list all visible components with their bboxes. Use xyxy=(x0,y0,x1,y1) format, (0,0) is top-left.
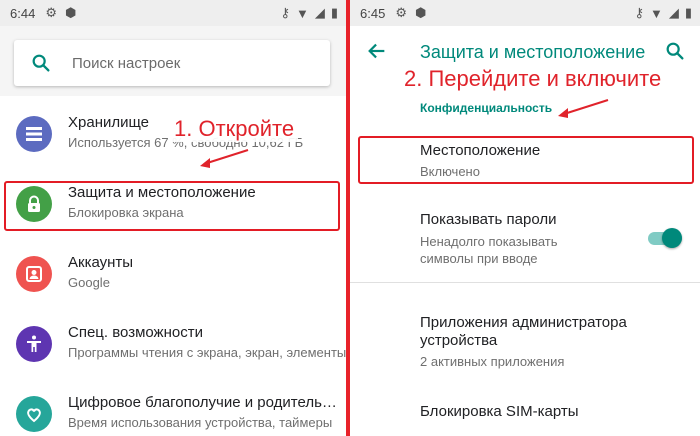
search-icon[interactable] xyxy=(664,40,686,62)
toggle-knob xyxy=(662,228,682,248)
sim-lock-title: Блокировка SIM-карты xyxy=(420,403,579,420)
status-bar: 6:44 ⚙ ⬢ ⚷ ▼ ◢ ▮ xyxy=(0,0,346,26)
wifi-icon: ▼ xyxy=(295,5,309,21)
search-bar[interactable] xyxy=(14,40,330,86)
settings-item-accessibility[interactable]: Спец. возможности Программы чтения с экр… xyxy=(0,310,346,380)
storage-title: Хранилище xyxy=(68,114,149,131)
divider xyxy=(350,282,700,283)
storage-icon xyxy=(16,116,52,152)
account-icon xyxy=(16,256,52,292)
shield-icon: ⬢ xyxy=(414,5,427,20)
gear-icon: ⚙ xyxy=(395,5,407,20)
settings-main-screen: 6:44 ⚙ ⬢ ⚷ ▼ ◢ ▮ Хранилище Используется … xyxy=(0,0,346,436)
settings-item-digital-wellbeing[interactable]: Цифровое благополучие и родительский кон… xyxy=(0,380,346,436)
battery-icon: ▮ xyxy=(330,5,338,20)
accessibility-icon xyxy=(16,326,52,362)
wellbeing-icon xyxy=(16,396,52,432)
search-input[interactable] xyxy=(72,54,272,72)
show-passwords-subtitle-1: Ненадолго показывать xyxy=(420,234,558,249)
status-time: 6:44 xyxy=(10,5,36,21)
gear-icon: ⚙ xyxy=(45,5,57,20)
signal-icon: ◢ xyxy=(314,5,325,20)
security-location-screen: 6:45 ⚙ ⬢ ⚷ ▼ ◢ ▮ Защита и местоположение… xyxy=(350,0,700,436)
signal-icon: ◢ xyxy=(668,5,679,20)
device-admin-subtitle: 2 активных приложения xyxy=(420,354,565,369)
key-icon: ⚷ xyxy=(280,5,290,20)
battery-icon: ▮ xyxy=(684,5,692,20)
wellbeing-title: Цифровое благополучие и родительский кон… xyxy=(68,394,340,411)
settings-item-sim-lock[interactable]: Блокировка SIM-карты xyxy=(350,396,700,432)
section-header-privacy: Конфиденциальность xyxy=(420,101,553,115)
status-bar: 6:45 ⚙ ⬢ ⚷ ▼ ◢ ▮ xyxy=(350,0,700,26)
wellbeing-subtitle: Время использования устройства, таймеры xyxy=(68,415,333,430)
annotation-step-1: 1. Откройте xyxy=(170,116,299,142)
accessibility-subtitle: Программы чтения с экрана, экран, элемен… xyxy=(68,345,346,360)
arrow-icon xyxy=(200,149,249,168)
settings-item-device-admin-apps[interactable]: Приложения администратора устройства 2 а… xyxy=(350,308,700,374)
highlight-frame-security xyxy=(4,181,340,231)
shield-icon: ⬢ xyxy=(64,5,77,20)
show-passwords-toggle[interactable] xyxy=(648,226,682,250)
search-area xyxy=(0,26,346,96)
search-icon xyxy=(32,54,50,72)
highlight-frame-location xyxy=(358,136,694,184)
accessibility-title: Спец. возможности xyxy=(68,324,203,341)
arrow-icon xyxy=(558,99,609,118)
device-admin-title-1: Приложения администратора xyxy=(420,314,627,331)
wifi-icon: ▼ xyxy=(649,5,663,21)
show-passwords-subtitle-2: символы при вводе xyxy=(420,251,538,266)
annotation-step-2: 2. Перейдите и включите xyxy=(400,66,666,92)
key-icon: ⚷ xyxy=(634,5,644,20)
accounts-title: Аккаунты xyxy=(68,254,134,271)
back-arrow-icon[interactable] xyxy=(366,40,388,62)
status-time: 6:45 xyxy=(360,5,386,21)
show-passwords-title: Показывать пароли xyxy=(420,211,557,228)
device-admin-title-2: устройства xyxy=(420,332,498,349)
settings-item-accounts[interactable]: Аккаунты Google xyxy=(0,240,346,310)
accounts-subtitle: Google xyxy=(68,275,110,290)
page-title: Защита и местоположение xyxy=(420,42,646,62)
